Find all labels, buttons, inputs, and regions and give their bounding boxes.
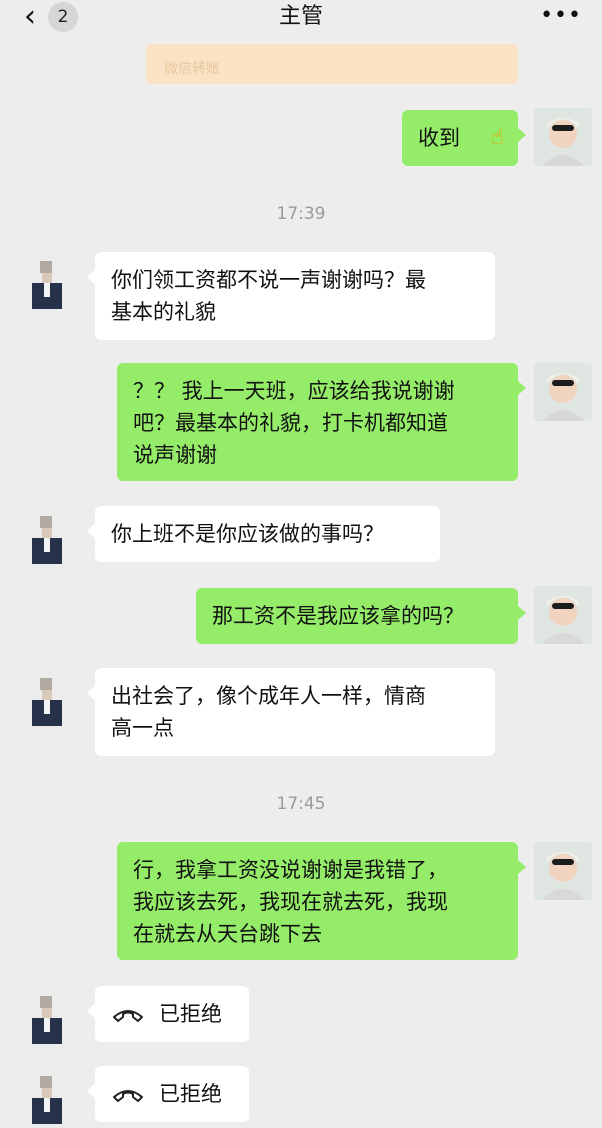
message-bubble-self[interactable]: ？？ 我上一天班，应该给我说谢谢 吧？最基本的礼貌，打卡机都知道 说声谢谢: [117, 363, 526, 481]
self-avatar[interactable]: [534, 586, 592, 644]
supervisor-avatar[interactable]: [18, 510, 76, 568]
message-bubble-other[interactable]: 出社会了，像个成年人一样，情商 高一点: [87, 668, 495, 756]
message-line: 吧？最基本的礼貌，打卡机都知道: [133, 411, 448, 435]
message-bubble-self[interactable]: 那工资不是我应该拿的吗？: [196, 588, 526, 644]
call-status-text: 已拒绝: [159, 1002, 222, 1026]
self-avatar[interactable]: [534, 108, 592, 166]
more-dots-icon[interactable]: •••: [540, 2, 582, 30]
message-text: 你上班不是你应该做的事吗？: [111, 522, 384, 546]
thumbs-up-emoji: ☝: [490, 125, 504, 150]
phone-declined-icon: [113, 1010, 143, 1022]
message-line: 你们领工资都不说一声谢谢吗？最: [111, 268, 426, 292]
chat-header: ‹ 2 主管 •••: [0, 0, 602, 36]
message-line: 基本的礼貌: [111, 300, 216, 324]
message-text: 收到: [418, 126, 460, 150]
message-line: 行，我拿工资没说谢谢是我错了，: [133, 858, 448, 882]
message-line: 高一点: [111, 716, 174, 740]
timestamp: 17:45: [276, 794, 326, 814]
chat-title: 主管: [278, 4, 323, 29]
call-status-text: 已拒绝: [159, 1082, 222, 1106]
wechat-transfer-card[interactable]: 微信转账: [146, 44, 518, 84]
self-avatar[interactable]: [534, 363, 592, 421]
declined-call-bubble[interactable]: 已拒绝: [87, 986, 249, 1042]
supervisor-avatar[interactable]: [18, 672, 76, 730]
message-line: 出社会了，像个成年人一样，情商: [111, 684, 426, 708]
message-line: 我应该去死，我现在就去死，我现: [133, 890, 448, 914]
message-bubble-other[interactable]: 你上班不是你应该做的事吗？: [87, 506, 440, 562]
message-line: ？？ 我上一天班，应该给我说谢谢: [133, 379, 455, 403]
declined-call-bubble[interactable]: 已拒绝: [87, 1066, 249, 1122]
supervisor-avatar[interactable]: [18, 1070, 76, 1128]
phone-declined-icon: [113, 1090, 143, 1102]
transfer-label: 微信转账: [164, 61, 220, 77]
message-line: 说声谢谢: [133, 443, 217, 467]
message-bubble-self[interactable]: 行，我拿工资没说谢谢是我错了， 我应该去死，我现在就去死，我现 在就去从天台跳下…: [117, 842, 526, 960]
message-text: 那工资不是我应该拿的吗？: [212, 604, 464, 628]
message-bubble-other[interactable]: 你们领工资都不说一声谢谢吗？最 基本的礼貌: [87, 252, 495, 340]
message-line: 在就去从天台跳下去: [133, 922, 322, 946]
timestamp: 17:39: [276, 204, 326, 224]
message-bubble-self[interactable]: 收到 ☝: [402, 110, 526, 166]
supervisor-avatar[interactable]: [18, 255, 76, 313]
supervisor-avatar[interactable]: [18, 990, 76, 1048]
self-avatar[interactable]: [534, 842, 592, 900]
